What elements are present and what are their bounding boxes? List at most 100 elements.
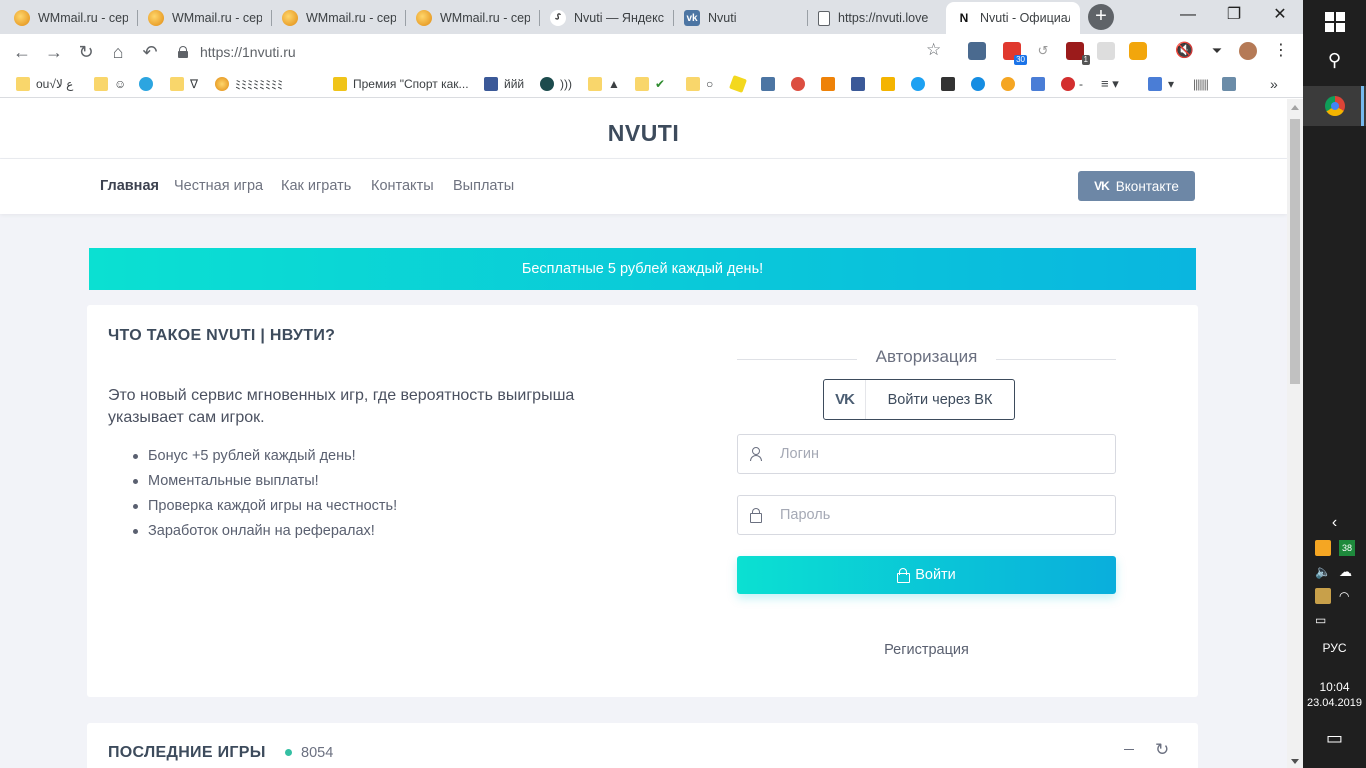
password-field[interactable] bbox=[737, 495, 1116, 535]
browser-tab[interactable]: ⸉ Nvuti — Яндекс bbox=[540, 2, 674, 34]
browser-tab[interactable]: WMmail.ru - сер bbox=[4, 2, 138, 34]
address-url[interactable]: https://1nvuti.ru bbox=[200, 44, 296, 60]
windows-start-icon[interactable] bbox=[1325, 12, 1345, 32]
bookmark-item[interactable]: ййй bbox=[484, 75, 524, 93]
notifications-icon[interactable]: ▭ bbox=[1303, 728, 1366, 749]
collapse-icon[interactable] bbox=[1124, 749, 1134, 750]
more-bookmarks-icon[interactable]: » bbox=[1270, 75, 1278, 93]
browser-tab[interactable]: https://nvuti.love bbox=[808, 2, 946, 34]
bookmark-item[interactable]: ∇ bbox=[170, 75, 198, 93]
barcode-icon[interactable]: ||||||| bbox=[1193, 75, 1209, 93]
at-icon[interactable] bbox=[1001, 75, 1021, 93]
folder-icon bbox=[16, 77, 30, 91]
clock-date[interactable]: 23.04.2019 bbox=[1303, 697, 1366, 709]
yahoo-icon[interactable] bbox=[941, 75, 961, 93]
page-scrollbar[interactable] bbox=[1287, 99, 1303, 768]
register-link[interactable]: Регистрация bbox=[737, 642, 1116, 658]
browser-tab[interactable]: WMmail.ru - сер bbox=[138, 2, 272, 34]
avatar[interactable] bbox=[1239, 42, 1257, 60]
extension-icon[interactable] bbox=[968, 42, 986, 60]
scroll-thumb[interactable] bbox=[1290, 119, 1300, 384]
browser-tab-active[interactable]: N Nvuti - Официал bbox=[946, 2, 1080, 34]
nav-contacts[interactable]: Контакты bbox=[371, 159, 434, 214]
tray-badge[interactable]: 38 bbox=[1339, 540, 1355, 556]
taskbar-app-chrome[interactable] bbox=[1303, 86, 1366, 126]
browser-tab[interactable]: vk Nvuti bbox=[674, 2, 808, 34]
computer-icon[interactable] bbox=[1222, 75, 1242, 93]
forward-icon[interactable]: → bbox=[42, 40, 66, 64]
bookmark-item[interactable]: ))) bbox=[540, 75, 572, 93]
google-plus-icon[interactable] bbox=[791, 75, 811, 93]
auth-title: Авторизация bbox=[875, 347, 978, 366]
site-logo[interactable]: NVUTI bbox=[0, 99, 1287, 167]
telegram-icon[interactable] bbox=[729, 75, 751, 93]
language-indicator[interactable]: РУС bbox=[1303, 641, 1366, 655]
mute-icon[interactable]: 🔇 bbox=[1175, 42, 1194, 60]
twitter-icon[interactable] bbox=[911, 75, 931, 93]
browser-tab[interactable]: WMmail.ru - сер bbox=[272, 2, 406, 34]
play-icon[interactable]: - bbox=[1061, 75, 1083, 93]
login-input[interactable] bbox=[780, 435, 1115, 473]
tray-app-icon[interactable] bbox=[1315, 540, 1331, 556]
volume-icon[interactable]: 🔈 bbox=[1315, 564, 1331, 580]
refresh-icon[interactable]: ↻ bbox=[1155, 740, 1169, 760]
login-button[interactable]: Войти bbox=[737, 556, 1116, 594]
new-tab-button[interactable]: + bbox=[1088, 4, 1114, 30]
nav-home[interactable]: Главная bbox=[100, 159, 159, 214]
nav-how-to-play[interactable]: Как играть bbox=[281, 159, 351, 214]
cloud-icon[interactable]: ☁ bbox=[1339, 564, 1355, 580]
bookmark-item[interactable]: ﾐﾐﾐﾐﾐﾐﾐﾐ bbox=[215, 75, 283, 93]
clock-time[interactable]: 10:04 bbox=[1303, 680, 1366, 694]
bonus-banner[interactable]: Бесплатные 5 рублей каждый день! bbox=[89, 248, 1196, 290]
lock-extension-icon[interactable] bbox=[1129, 42, 1147, 60]
reload-icon[interactable]: ↻ bbox=[74, 40, 98, 64]
feature-list: Бонус +5 рублей каждый день! Моментальны… bbox=[132, 444, 397, 544]
at-icon[interactable] bbox=[971, 75, 991, 93]
tab-title: WMmail.ru - сер bbox=[306, 11, 396, 25]
restore-window-button[interactable]: ❐ bbox=[1211, 0, 1257, 32]
address-bar[interactable]: https://1nvuti.ru bbox=[178, 38, 958, 66]
password-input[interactable] bbox=[780, 496, 1115, 534]
browser-tab[interactable]: WMmail.ru - сер bbox=[406, 2, 540, 34]
translate-icon[interactable] bbox=[1031, 75, 1051, 93]
chevron-left-icon[interactable]: ‹ bbox=[1303, 514, 1366, 532]
bookmark-item[interactable]: ✔ bbox=[635, 75, 665, 93]
vk-icon[interactable] bbox=[761, 75, 781, 93]
extension-icon[interactable]: 30 bbox=[1003, 42, 1027, 65]
tab-title: Nvuti — Яндекс bbox=[574, 11, 664, 25]
bookmark-item[interactable]: Премия "Спорт как... bbox=[333, 75, 469, 93]
minimize-window-button[interactable]: — bbox=[1165, 0, 1211, 32]
home-icon[interactable]: ⌂ bbox=[106, 40, 130, 64]
search-icon[interactable]: ⚲ bbox=[1303, 50, 1366, 71]
bookmark-item[interactable]: ☺ bbox=[94, 75, 126, 93]
vk-login-button[interactable]: VK Войти через ВК bbox=[823, 379, 1015, 420]
extension-icon[interactable] bbox=[1097, 42, 1115, 60]
vk-group-button[interactable]: VK Вконтакте bbox=[1078, 171, 1195, 201]
history-icon[interactable]: ↺ bbox=[1034, 42, 1052, 60]
odnoklassniki-icon[interactable] bbox=[821, 75, 841, 93]
chevron-down-icon[interactable]: ⏷ bbox=[1208, 42, 1226, 60]
scroll-down-icon[interactable] bbox=[1291, 759, 1299, 764]
nav-payouts[interactable]: Выплаты bbox=[453, 159, 514, 214]
bookmark-item[interactable] bbox=[139, 75, 159, 93]
undo-icon[interactable]: ↶ bbox=[138, 40, 162, 64]
mail-icon[interactable] bbox=[881, 75, 901, 93]
back-icon[interactable]: ← bbox=[10, 40, 34, 64]
bookmark-star-icon[interactable]: ☆ bbox=[926, 40, 941, 60]
menu-icon[interactable]: ⋮ bbox=[1272, 42, 1290, 60]
login-field[interactable] bbox=[737, 434, 1116, 474]
list-icon[interactable]: ≡ ▾ bbox=[1101, 75, 1119, 93]
scroll-up-icon[interactable] bbox=[1291, 105, 1299, 110]
close-window-button[interactable]: ✕ bbox=[1257, 0, 1303, 32]
nav-fair-game[interactable]: Честная игра bbox=[174, 159, 263, 214]
extension-icon[interactable]: 1 bbox=[1066, 42, 1090, 65]
bookmark-item[interactable]: ▲ bbox=[588, 75, 620, 93]
bookmark-item[interactable]: ou√ع ﻻ bbox=[16, 75, 73, 93]
document-icon[interactable]: ▾ bbox=[1148, 75, 1174, 93]
facebook-icon[interactable] bbox=[851, 75, 871, 93]
tray-doc-icon[interactable] bbox=[1315, 588, 1331, 604]
bookmark-item[interactable]: ○ bbox=[686, 75, 713, 93]
wifi-icon[interactable]: ◠ bbox=[1339, 588, 1355, 604]
yandex-icon: ⸉ bbox=[550, 10, 566, 26]
battery-icon[interactable]: ▭ bbox=[1315, 612, 1331, 628]
